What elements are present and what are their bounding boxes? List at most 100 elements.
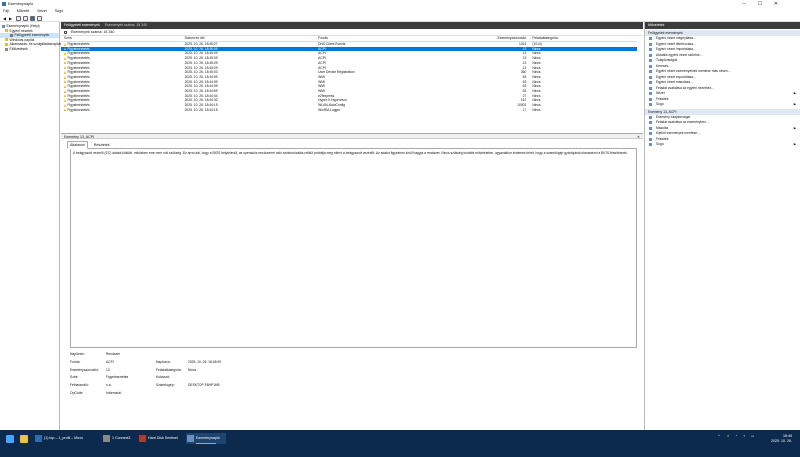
- network-icon[interactable]: ●: [727, 434, 729, 438]
- warning-icon: [64, 47, 66, 51]
- wifi-icon[interactable]: ◔: [735, 434, 737, 438]
- filter-icon: [649, 53, 652, 57]
- filter-icon: [10, 33, 13, 37]
- tree-node-subscriptions[interactable]: Előfizetések: [0, 47, 59, 52]
- action-label: Aktuális egyéni nézet szűrése...: [656, 52, 703, 57]
- prop-label: Feladatkategória:: [156, 367, 182, 372]
- prop-label: OpCode:: [70, 390, 84, 395]
- prop-value: n.a.: [106, 383, 112, 388]
- pane-title: Felügyeleti események: [64, 23, 100, 27]
- export-icon: [649, 75, 652, 79]
- level-text: Figyelmeztetés: [67, 74, 90, 79]
- action-label: Egyéni nézet exportálása...: [656, 74, 696, 79]
- event-viewer-icon: [2, 24, 5, 28]
- file-explorer-icon[interactable]: [20, 435, 28, 443]
- show-hide-tree-icon[interactable]: [23, 15, 28, 21]
- show-hide-actions-icon[interactable]: [37, 15, 42, 21]
- warning-icon: [64, 108, 66, 112]
- help-icon[interactable]: [30, 15, 35, 21]
- window-title: Eseménynapló: [8, 2, 34, 6]
- column-event-id[interactable]: Eseményazonosító: [494, 36, 530, 42]
- event-count: Események száma: 18 340: [104, 23, 147, 27]
- level-text: Figyelmeztetés: [67, 98, 90, 103]
- action-label: Egyéni nézet másolása...: [656, 80, 693, 84]
- show-hidden-icons-icon[interactable]: ^: [718, 434, 720, 438]
- tab-general[interactable]: Általános: [67, 141, 88, 149]
- cell-source: WinRM-Logger: [318, 107, 341, 112]
- action-label: Súgó: [656, 102, 664, 106]
- folder-icon: [5, 29, 8, 33]
- up-folder-icon[interactable]: [16, 15, 21, 21]
- detail-tabs: Általános Részletek: [61, 141, 643, 149]
- battery-icon[interactable]: ▭: [751, 434, 754, 438]
- action-label: Tulajdonságok: [656, 58, 678, 62]
- toolbar: ◀ ▶: [0, 14, 800, 22]
- taskbar-app-label: Eseménynapló: [196, 436, 220, 440]
- app-icon: [35, 435, 42, 442]
- copy-icon: [649, 81, 652, 85]
- action-label: Frissítés: [656, 96, 669, 101]
- action-label: Kijelölt események mentése...: [656, 131, 700, 135]
- level-text: Figyelmeztetés: [67, 56, 90, 61]
- action-label: Nézet: [656, 91, 665, 95]
- close-button[interactable]: ✕: [768, 0, 784, 8]
- actions-title: Műveletek: [645, 22, 800, 29]
- level-text: Figyelmeztetés: [67, 103, 90, 108]
- prop-value: Nincs: [188, 367, 197, 372]
- maximize-button[interactable]: ☐: [752, 0, 768, 8]
- action-label: Egyéni nézet importálása...: [656, 47, 696, 51]
- warning-icon: [64, 70, 66, 74]
- taskbar-app[interactable]: 1 Connect3: [102, 433, 136, 444]
- level-text: Figyelmeztetés: [67, 46, 90, 51]
- filter-icon: [64, 30, 67, 34]
- taskbar-app[interactable]: Hard Disk Sentinel: [138, 433, 184, 444]
- prop-value: ACPI: [106, 359, 114, 364]
- prop-value: DESKTOP-F6HP1HB: [188, 383, 220, 388]
- warning-icon: [64, 56, 66, 60]
- event-table: Szint Dátum és idő Forrás Eseményazonosí…: [61, 36, 637, 113]
- prop-label: Naplózva:: [156, 359, 171, 364]
- subscriptions-icon: [5, 47, 8, 51]
- action-item[interactable]: Súgó ▶: [645, 102, 800, 108]
- prop-label: Forrás:: [70, 359, 81, 364]
- action-label: Másolás: [656, 125, 669, 130]
- minimize-button[interactable]: –: [736, 0, 752, 8]
- pane-header: Felügyeleti események Események száma: 1…: [61, 22, 643, 29]
- taskbar-app-label: (1) top – 1_profil – Micro: [44, 436, 83, 440]
- action-label: Esemény tulajdonságai: [656, 114, 691, 119]
- forward-icon[interactable]: ▶: [9, 16, 14, 21]
- level-text: Figyelmeztetés: [67, 84, 90, 89]
- taskbar-app[interactable]: Eseménynapló: [186, 433, 226, 444]
- submenu-arrow-icon: ▶: [793, 142, 796, 146]
- warning-icon: [64, 103, 66, 107]
- cell-task-category: Nincs: [532, 107, 541, 112]
- taskbar-app[interactable]: (1) top – 1_profil – Micro: [34, 433, 86, 444]
- clock-date: 2025. 10. 26.: [771, 438, 792, 443]
- warning-icon: [64, 61, 66, 65]
- tab-details[interactable]: Részletek: [91, 141, 113, 149]
- level-text: Figyelmeztetés: [67, 79, 90, 84]
- clock[interactable]: 18:45 2025. 10. 26.: [764, 434, 792, 443]
- cell-datetime: 2025. 10. 26. 18:44:15: [184, 107, 218, 112]
- close-detail-icon[interactable]: ✕: [637, 134, 640, 140]
- prop-label: Felhasználó:: [70, 383, 89, 388]
- volume-icon[interactable]: ◖: [743, 434, 745, 438]
- detail-pane: Esemény 13, ACPI ✕ Általános Részletek A…: [61, 133, 643, 430]
- warning-icon: [64, 94, 66, 98]
- level-text: Figyelmeztetés: [67, 60, 90, 65]
- level-text: Figyelmeztetés: [67, 107, 90, 112]
- copy-icon: [649, 126, 652, 130]
- action-label: Keresés...: [656, 63, 671, 68]
- prop-label: Naplónév:: [70, 352, 85, 356]
- action-label: Súgó: [656, 142, 664, 146]
- back-icon[interactable]: ◀: [3, 16, 8, 21]
- start-icon[interactable]: [6, 435, 14, 443]
- event-properties: Naplónév: Rendszer Forrás: ACPI Naplózva: 20…: [61, 351, 643, 398]
- table-row[interactable]: Figyelmeztetés 2025. 10. 26. 18:44:15 WinR…: [61, 108, 637, 113]
- warning-icon: [64, 75, 66, 79]
- action-label: Egyéni nézet megnyitása...: [656, 36, 696, 40]
- action-label: Feladat csatolása az eseményhez...: [656, 120, 709, 124]
- action-item[interactable]: Súgó ▶: [645, 142, 800, 148]
- warning-icon: [64, 66, 66, 70]
- event-viewer-icon: [2, 1, 6, 6]
